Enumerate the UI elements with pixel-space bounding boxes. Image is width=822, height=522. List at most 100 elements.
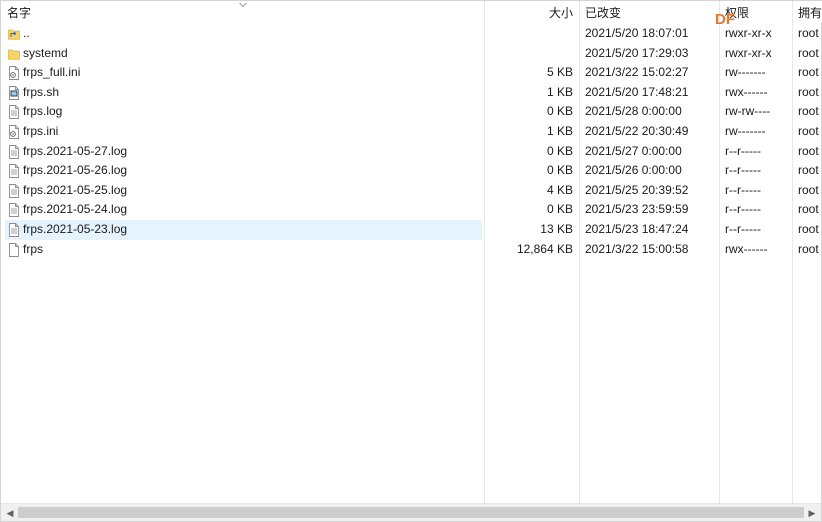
file-modified: 2021/5/28 0:00:00: [585, 104, 682, 119]
file-name-cell[interactable]: systemd: [5, 44, 482, 64]
file-size: 1 KB: [546, 84, 573, 99]
file-name-cell[interactable]: frps.2021-05-25.log: [5, 181, 482, 201]
file-permissions: r--r-----: [725, 202, 761, 217]
file-modified: 2021/5/22 20:30:49: [585, 123, 689, 138]
file-name-cell[interactable]: frps.log: [5, 102, 482, 122]
file-owner: root: [798, 26, 819, 40]
file-modified: 2021/3/22 15:00:58: [585, 241, 689, 256]
file-permissions: rwxr-xr-x: [725, 26, 772, 40]
file-name: frps.2021-05-25.log: [23, 182, 128, 197]
file-row[interactable]: .. 2021/5/20 18:07:01 rwxr-xr-x root: [1, 24, 822, 44]
file-owner: root: [798, 182, 819, 197]
text-file-icon: [8, 203, 20, 218]
folder-icon: [8, 47, 20, 61]
file-owner: root: [798, 241, 819, 256]
column-header: 名字 大小 已改变 权限 拥有: [1, 1, 822, 23]
file-name: systemd: [23, 45, 68, 60]
file-modified: 2021/5/25 20:39:52: [585, 182, 689, 197]
column-header-name-label: 名字: [7, 6, 32, 20]
settings-file-icon: [8, 66, 20, 81]
file-size: 13 KB: [540, 221, 573, 236]
sort-ascending-icon: [239, 2, 247, 8]
column-header-modified-label: 已改变: [585, 6, 622, 20]
horizontal-scrollbar[interactable]: ◀ ▶: [1, 503, 821, 521]
text-file-icon: [8, 144, 20, 159]
file-name: frps.log: [23, 104, 63, 119]
file-owner: root: [798, 163, 819, 178]
file-modified: 2021/5/26 0:00:00: [585, 163, 682, 178]
file-row[interactable]: frps.sh 1 KB 2021/5/20 17:48:21 rwx------ ro…: [1, 83, 822, 103]
file-modified: 2021/5/20 18:07:01: [585, 26, 689, 40]
file-row[interactable]: frps_full.ini 5 KB 2021/3/22 15:02:27 rw---…: [1, 63, 822, 83]
file-permissions: rwx------: [725, 241, 768, 256]
file-row[interactable]: frps 12,864 KB 2021/3/22 15:00:58 rwx------…: [1, 240, 822, 260]
file-row[interactable]: frps.2021-05-23.log 13 KB 2021/5/23 18:47:…: [1, 219, 822, 240]
file-name-cell[interactable]: ..: [5, 24, 482, 44]
script-file-icon: [8, 85, 20, 100]
file-row[interactable]: frps.ini 1 KB 2021/5/22 20:30:49 rw------- r…: [1, 122, 822, 142]
file-owner: root: [798, 45, 819, 60]
file-name: frps.2021-05-24.log: [23, 202, 128, 217]
file-permissions: rw-------: [725, 65, 766, 80]
scroll-right-icon[interactable]: ▶: [806, 507, 818, 519]
scrollbar-thumb[interactable]: [18, 507, 804, 518]
file-permissions: rwxr-xr-x: [725, 45, 772, 60]
file-name-cell[interactable]: frps: [5, 240, 482, 260]
file-row[interactable]: frps.2021-05-26.log 0 KB 2021/5/26 0:00:00…: [1, 161, 822, 181]
column-header-owner[interactable]: 拥有: [792, 1, 822, 23]
file-list: .. 2021/5/20 18:07:01 rwxr-xr-x root systemd…: [1, 24, 822, 259]
file-permissions: r--r-----: [725, 163, 761, 178]
file-size: 0 KB: [546, 104, 573, 119]
file-size: 0 KB: [546, 143, 573, 158]
file-name: frps.ini: [23, 123, 59, 138]
file-size: 1 KB: [546, 123, 573, 138]
file-permissions: rw-rw----: [725, 104, 771, 119]
file-name-cell[interactable]: frps.2021-05-27.log: [5, 142, 482, 162]
file-name-cell[interactable]: frps_full.ini: [5, 63, 482, 83]
file-modified: 2021/5/23 23:59:59: [585, 202, 689, 217]
file-owner: root: [798, 221, 819, 236]
file-name-cell[interactable]: frps.2021-05-24.log: [5, 200, 482, 220]
file-owner: root: [798, 202, 819, 217]
file-row[interactable]: frps.2021-05-25.log 4 KB 2021/5/25 20:39:5…: [1, 181, 822, 201]
scroll-left-icon[interactable]: ◀: [4, 507, 16, 519]
file-permissions: rw-------: [725, 123, 766, 138]
text-file-icon: [8, 105, 20, 120]
file-owner: root: [798, 123, 819, 138]
column-header-modified[interactable]: 已改变: [579, 1, 719, 23]
file-modified: 2021/5/20 17:48:21: [585, 84, 689, 99]
file-row[interactable]: frps.2021-05-24.log 0 KB 2021/5/23 23:59:5…: [1, 200, 822, 220]
file-size: 0 KB: [546, 163, 573, 178]
file-modified: 2021/5/27 0:00:00: [585, 143, 682, 158]
file-size: 12,864 KB: [516, 241, 573, 256]
file-modified: 2021/3/22 15:02:27: [585, 65, 689, 80]
file-size: 5 KB: [546, 65, 573, 80]
file-name-cell[interactable]: frps.ini: [5, 122, 482, 142]
column-header-owner-label: 拥有: [798, 6, 822, 20]
file-name: frps.2021-05-23.log: [23, 221, 128, 236]
file-owner: root: [798, 104, 819, 119]
file-owner: root: [798, 65, 819, 80]
file-row[interactable]: systemd 2021/5/20 17:29:03 rwxr-xr-x root: [1, 44, 822, 64]
text-file-icon: [8, 222, 20, 237]
column-header-size-label: 大小: [548, 6, 573, 20]
text-file-icon: [8, 183, 20, 198]
file-permissions: r--r-----: [725, 143, 761, 158]
file-owner: root: [798, 84, 819, 99]
file-row[interactable]: frps.log 0 KB 2021/5/28 0:00:00 rw-rw---- ro…: [1, 102, 822, 122]
parent-folder-icon: [8, 27, 20, 41]
file-modified: 2021/5/20 17:29:03: [585, 45, 689, 60]
file-name-cell[interactable]: frps.sh: [5, 83, 482, 103]
file-permissions: r--r-----: [725, 221, 761, 236]
file-list-window: 名字 大小 已改变 权限 拥有 DF .. 2021/5/20 18:07:01 r…: [0, 0, 822, 522]
file-name-cell[interactable]: frps.2021-05-23.log: [5, 219, 482, 240]
column-header-size[interactable]: 大小: [484, 1, 579, 23]
file-name: frps_full.ini: [23, 65, 81, 80]
file-name-cell[interactable]: frps.2021-05-26.log: [5, 161, 482, 181]
file-row[interactable]: frps.2021-05-27.log 0 KB 2021/5/27 0:00:00…: [1, 142, 822, 162]
file-name: frps.2021-05-26.log: [23, 163, 128, 178]
file-size: 4 KB: [546, 182, 573, 197]
file-modified: 2021/5/23 18:47:24: [585, 221, 689, 236]
file-name: ..: [23, 26, 30, 40]
settings-file-icon: [8, 125, 20, 139]
